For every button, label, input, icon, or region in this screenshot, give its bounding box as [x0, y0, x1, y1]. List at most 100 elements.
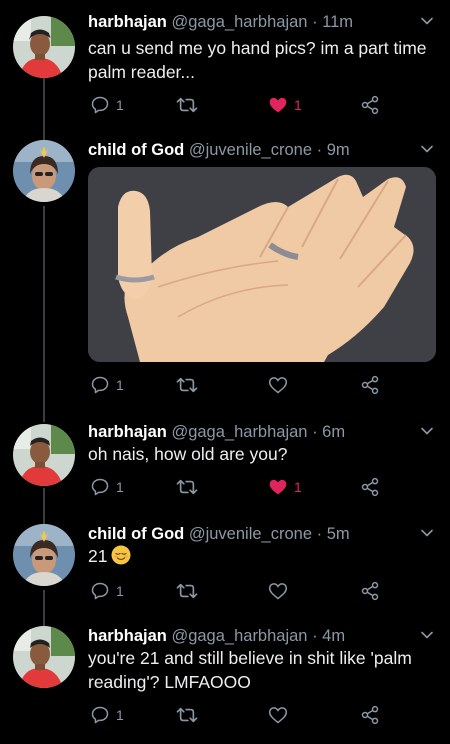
- username[interactable]: @gaga_harbhajan: [171, 627, 307, 645]
- timestamp[interactable]: 11m: [322, 13, 353, 31]
- reply-icon: [91, 706, 109, 724]
- reply-count: 1: [116, 377, 124, 393]
- reply-button[interactable]: 1: [90, 374, 124, 396]
- avatar-child-of-god[interactable]: [13, 140, 75, 202]
- tweet-text: can u send me yo hand pics? im a part ti…: [88, 36, 436, 84]
- tweet-header: harbhajan @gaga_harbhajan · 4m: [88, 626, 410, 646]
- share-button[interactable]: [360, 580, 380, 602]
- heart-icon: [269, 479, 287, 495]
- avatar-harbhajan[interactable]: [13, 626, 75, 688]
- tweet-header: harbhajan @gaga_harbhajan · 11m: [88, 12, 410, 32]
- timestamp[interactable]: 9m: [327, 141, 350, 159]
- chevron-down-icon[interactable]: [420, 142, 434, 156]
- username[interactable]: @gaga_harbhajan: [171, 13, 307, 31]
- tweet-header: child of God @juvenile_crone · 5m: [88, 524, 410, 544]
- retweet-button[interactable]: [176, 580, 198, 602]
- chevron-down-icon[interactable]: [420, 628, 434, 642]
- timestamp[interactable]: 5m: [327, 525, 350, 543]
- share-icon: [361, 705, 379, 725]
- tweet-text: 21: [88, 544, 436, 568]
- avatar-image: [13, 524, 75, 586]
- reply-icon: [91, 376, 109, 394]
- display-name[interactable]: harbhajan: [88, 627, 167, 645]
- display-name[interactable]: child of God: [88, 141, 184, 159]
- username[interactable]: @juvenile_crone: [189, 141, 312, 159]
- avatar-image: [13, 140, 75, 202]
- tweet[interactable]: harbhajan @gaga_harbhajan · 4m you're 21…: [0, 626, 450, 744]
- separator: ·: [316, 525, 323, 543]
- tweet-text-content: 21: [88, 546, 108, 566]
- retweet-icon: [176, 583, 198, 599]
- heart-outline-icon: [268, 583, 288, 600]
- chevron-down-icon[interactable]: [420, 526, 434, 540]
- display-name[interactable]: harbhajan: [88, 13, 167, 31]
- share-button[interactable]: [360, 476, 380, 498]
- tweet-actions: 1: [88, 580, 388, 602]
- retweet-button[interactable]: [176, 476, 198, 498]
- retweet-button[interactable]: [176, 704, 198, 726]
- like-button[interactable]: 1: [268, 476, 302, 498]
- share-icon: [361, 477, 379, 497]
- tweet[interactable]: harbhajan @gaga_harbhajan · 11m can u se…: [0, 12, 450, 122]
- timestamp[interactable]: 4m: [322, 627, 345, 645]
- avatar-image: [13, 16, 75, 78]
- chevron-down-icon[interactable]: [420, 424, 434, 438]
- tweet[interactable]: child of God @juvenile_crone · 5m 21 1: [0, 524, 450, 610]
- tweet-text-line: you're 21 and still believe in shit like…: [88, 648, 412, 668]
- like-count: 1: [294, 97, 302, 113]
- reply-count: 1: [116, 707, 124, 723]
- attached-photo-hand[interactable]: [88, 167, 436, 362]
- display-name[interactable]: child of God: [88, 525, 184, 543]
- retweet-button[interactable]: [176, 94, 198, 116]
- reply-button[interactable]: 1: [90, 94, 124, 116]
- reply-button[interactable]: 1: [90, 476, 124, 498]
- retweet-icon: [176, 377, 198, 393]
- username[interactable]: @juvenile_crone: [189, 525, 312, 543]
- tweet-text: you're 21 and still believe in shit like…: [88, 646, 436, 694]
- heart-icon: [269, 97, 287, 113]
- reply-button[interactable]: 1: [90, 580, 124, 602]
- share-button[interactable]: [360, 94, 380, 116]
- tweet-header: child of God @juvenile_crone · 9m: [88, 140, 410, 160]
- share-button[interactable]: [360, 704, 380, 726]
- like-button[interactable]: [268, 704, 288, 726]
- avatar-image: [13, 424, 75, 486]
- avatar-child-of-god[interactable]: [13, 524, 75, 586]
- tweet[interactable]: harbhajan @gaga_harbhajan · 6m oh nais, …: [0, 422, 450, 508]
- reply-count: 1: [116, 583, 124, 599]
- separator: ·: [312, 423, 318, 441]
- tweet-thread: harbhajan @gaga_harbhajan · 11m can u se…: [0, 0, 450, 744]
- reply-icon: [91, 478, 109, 496]
- retweet-icon: [176, 479, 198, 495]
- reply-button[interactable]: 1: [90, 704, 124, 726]
- tweet-actions: 1: [88, 704, 388, 726]
- separator: ·: [312, 627, 318, 645]
- tweet-header: harbhajan @gaga_harbhajan · 6m: [88, 422, 410, 442]
- tweet-actions: 1 1: [88, 476, 388, 498]
- like-button[interactable]: [268, 580, 288, 602]
- like-button[interactable]: [268, 374, 288, 396]
- retweet-button[interactable]: [176, 374, 198, 396]
- share-button[interactable]: [360, 374, 380, 396]
- tweet-actions: 1 1: [88, 94, 388, 116]
- tweet[interactable]: child of God @juvenile_crone · 9m 1: [0, 140, 450, 400]
- reply-icon: [91, 582, 109, 600]
- username[interactable]: @gaga_harbhajan: [171, 423, 307, 441]
- avatar-harbhajan[interactable]: [13, 424, 75, 486]
- chevron-down-icon[interactable]: [420, 14, 434, 28]
- avatar-harbhajan[interactable]: [13, 16, 75, 78]
- tweet-text-line: reading'? LMFAOOO: [88, 672, 251, 692]
- avatar-image: [13, 626, 75, 688]
- tweet-actions: 1: [88, 374, 388, 396]
- timestamp[interactable]: 6m: [322, 423, 345, 441]
- reply-count: 1: [116, 97, 124, 113]
- separator: ·: [312, 13, 318, 31]
- like-button[interactable]: 1: [268, 94, 302, 116]
- reply-icon: [91, 96, 109, 114]
- separator: ·: [316, 141, 323, 159]
- relieved-face-emoji: [111, 545, 131, 565]
- heart-outline-icon: [268, 707, 288, 724]
- tweet-text-line: palm reader...: [88, 62, 195, 82]
- display-name[interactable]: harbhajan: [88, 423, 167, 441]
- share-icon: [361, 375, 379, 395]
